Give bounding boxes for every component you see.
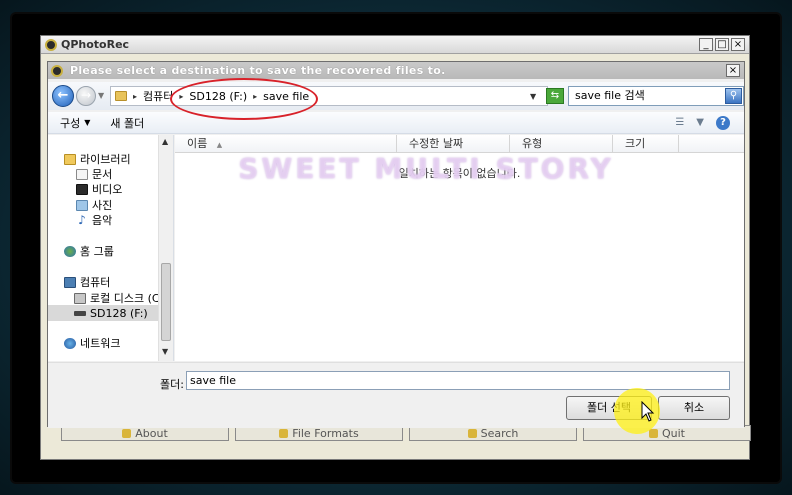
nav-item-sd128[interactable]: SD128 (F:) [48,305,158,321]
search-input[interactable]: save file 검색 ⚲ [568,86,744,106]
file-formats-button-label: File Formats [292,426,359,440]
search-icon [467,428,477,438]
close-button[interactable]: × [731,38,745,51]
scroll-up-icon[interactable]: ▲ [162,137,168,146]
dialog-footer: 폴더: save file 폴더 선택 취소 [48,362,744,428]
magnifier-icon[interactable]: ⚲ [725,88,742,104]
dialog-app-icon [51,64,63,77]
column-header: 이름 ▲ 수정한 날짜 유형 크기 [175,135,744,153]
crumb-separator-icon[interactable]: ▸ [133,92,137,101]
window-controls: _ □ × [699,38,745,51]
crumb-separator-icon[interactable]: ▸ [253,92,257,101]
new-folder-label: 새 폴더 [110,116,145,130]
column-size[interactable]: 크기 [613,135,679,153]
folder-input[interactable]: save file [186,371,730,390]
scroll-down-icon[interactable]: ▼ [162,347,168,356]
column-name[interactable]: 이름 ▲ [175,135,397,153]
qphotorec-app-icon [45,38,57,51]
view-chevron-icon[interactable]: ▼ [696,117,704,128]
dialog-toolbar: 구성 ▼ 새 폴더 ☰ ▼ ? [48,112,744,134]
about-button-label: About [135,426,168,440]
cancel-button[interactable]: 취소 [658,396,730,420]
nav-item-label: 음악 [92,214,113,227]
homegroup-icon [64,245,76,257]
nav-item-label: 로컬 디스크 (C [90,292,160,305]
library-icon [64,153,76,165]
file-formats-icon [279,428,289,438]
help-icon[interactable]: ? [716,116,730,130]
video-icon [76,183,88,195]
nav-item-label: 사진 [92,199,113,212]
crumb-sd128[interactable]: SD128 (F:) [189,90,247,103]
maximize-button[interactable]: □ [715,38,729,51]
new-folder-button[interactable]: 새 폴더 [110,115,144,131]
network-icon [64,337,76,349]
refresh-icon[interactable]: ⇆ [546,88,564,104]
picture-icon [76,199,88,211]
nav-item-label: 컴퓨터 [80,276,111,289]
computer-icon [64,276,76,288]
select-folder-dialog: Please select a destination to save the … [47,61,745,428]
minimize-button[interactable]: _ [699,38,713,51]
qphotorec-titlebar[interactable]: QPhotoRec _ □ × [41,36,749,54]
quit-button-label: Quit [662,426,685,440]
crumb-computer[interactable]: 컴퓨터 [143,88,173,104]
back-arrow-icon[interactable]: ← [52,85,74,107]
about-icon [122,428,132,438]
quit-icon [649,428,658,438]
music-icon: ♪ [78,212,86,227]
recent-locations-chevron-icon[interactable]: ▼ [98,91,104,100]
view-list-icon[interactable]: ☰ [675,117,684,128]
watermark-text: SWEET MULTI STORY [238,152,614,185]
view-options[interactable]: ☰ ▼ [675,117,704,128]
sd-card-icon [74,310,86,316]
forward-arrow-icon[interactable]: → [76,86,96,106]
column-date-modified[interactable]: 수정한 날짜 [397,135,510,153]
search-button-label: Search [480,426,519,440]
column-name-label: 이름 [187,137,208,150]
sort-up-icon: ▲ [216,141,223,149]
organize-menu[interactable]: 구성 ▼ [60,115,90,131]
nav-item-pictures[interactable]: 사진 [76,197,112,213]
dialog-close-button[interactable]: × [726,64,740,77]
crumb-save-file[interactable]: save file [263,90,309,103]
nav-item-network[interactable]: 네트워크 [64,335,120,351]
folder-icon [115,91,127,101]
select-folder-button[interactable]: 폴더 선택 [566,396,652,420]
nav-item-label: 홈 그룹 [80,245,114,258]
local-disk-icon [74,292,86,304]
crumb-separator-icon[interactable]: ▸ [179,92,183,101]
nav-item-label: SD128 (F:) [90,306,148,320]
address-breadcrumb[interactable]: ▸ 컴퓨터 ▸ SD128 (F:) ▸ save file [110,86,548,106]
organize-label: 구성 [60,116,81,130]
column-type[interactable]: 유형 [510,135,613,153]
address-dropdown-icon[interactable]: ▼ [530,92,536,101]
nav-item-label: 네트워크 [80,337,121,350]
qphotorec-title: QPhotoRec [61,38,130,51]
nav-item-music[interactable]: ♪ 음악 [76,212,112,228]
nav-item-homegroup[interactable]: 홈 그룹 [64,243,114,259]
address-row: ← → ▼ ▸ 컴퓨터 ▸ SD128 (F:) ▸ save file ▼ ⇆… [48,82,744,110]
folder-label: 폴더: [160,378,184,391]
chevron-down-icon: ▼ [84,118,91,127]
nav-item-computer[interactable]: 컴퓨터 [64,274,110,290]
dialog-titlebar[interactable]: Please select a destination to save the … [48,62,744,79]
scroll-thumb[interactable] [161,263,171,341]
search-input-text: save file 검색 [575,89,645,102]
dialog-title: Please select a destination to save the … [70,64,446,77]
nav-item-local-disk[interactable]: 로컬 디스크 (C [74,290,160,306]
